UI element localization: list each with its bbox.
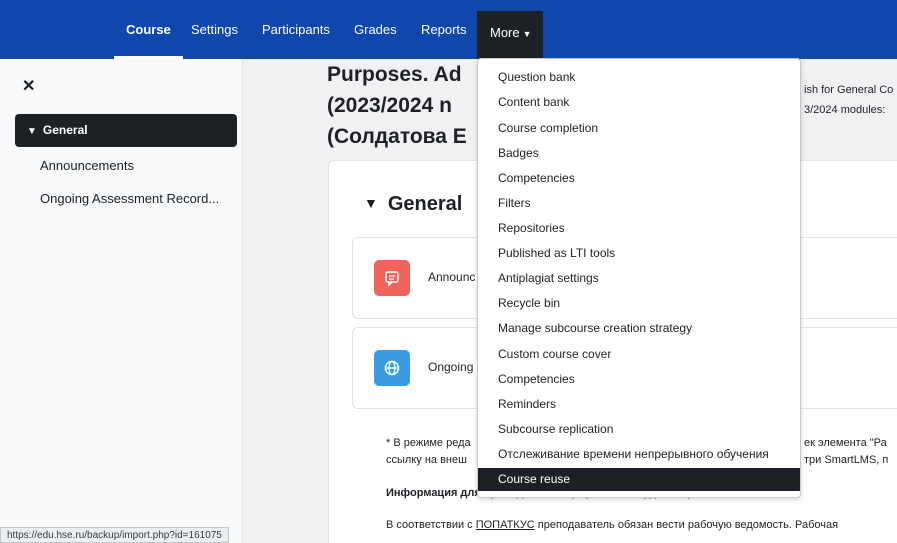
tab-more[interactable]: More ▼ bbox=[477, 11, 543, 59]
note-text: В соответствии с ПОПАТКУС преподаватель … bbox=[386, 519, 838, 531]
menu-item-custom-cover[interactable]: Custom course cover bbox=[498, 347, 611, 361]
menu-item-subcourse-strategy[interactable]: Manage subcourse creation strategy bbox=[498, 321, 692, 335]
tab-participants[interactable]: Participants bbox=[262, 0, 330, 59]
menu-item-reminders[interactable]: Reminders bbox=[498, 397, 556, 411]
chevron-down-icon: ▼ bbox=[522, 29, 532, 39]
more-label: More bbox=[490, 25, 520, 40]
sidebar-item-ongoing-assessment[interactable]: Ongoing Assessment Record... bbox=[40, 191, 219, 206]
menu-item-antiplagiat[interactable]: Antiplagiat settings bbox=[498, 271, 599, 285]
activity-name[interactable]: Announc bbox=[428, 270, 475, 284]
menu-item-repositories[interactable]: Repositories bbox=[498, 221, 565, 235]
tab-course[interactable]: Course bbox=[114, 0, 183, 59]
menu-item-filters[interactable]: Filters bbox=[498, 196, 531, 210]
title-line: (2023/2024 n bbox=[327, 94, 452, 117]
course-description-text: ish for General Co bbox=[804, 84, 894, 96]
menu-item-subcourse-replication[interactable]: Subcourse replication bbox=[498, 422, 613, 436]
forum-icon bbox=[374, 260, 410, 296]
menu-item-question-bank[interactable]: Question bank bbox=[498, 70, 575, 84]
chevron-down-icon: ▼ bbox=[364, 195, 378, 211]
section-title: General bbox=[387, 193, 463, 215]
course-index-drawer: ✕ ▼ General Announcements Ongoing Assessm… bbox=[0, 59, 243, 543]
sidebar-item-general[interactable]: ▼ General bbox=[15, 114, 237, 147]
sidebar-item-announcements[interactable]: Announcements bbox=[40, 158, 134, 173]
tab-grades[interactable]: Grades bbox=[354, 0, 397, 59]
menu-item-competencies[interactable]: Competencies bbox=[498, 171, 575, 185]
menu-item-competencies-2[interactable]: Competencies bbox=[498, 372, 575, 386]
activity-name[interactable]: Ongoing bbox=[428, 360, 473, 374]
note-text: ссылку на внеш bbox=[386, 454, 467, 466]
tab-settings[interactable]: Settings bbox=[191, 0, 238, 59]
menu-item-recycle-bin[interactable]: Recycle bin bbox=[498, 296, 560, 310]
menu-item-learning-time-tracking[interactable]: Отслеживание времени непрерывного обучен… bbox=[498, 447, 769, 461]
menu-item-course-reuse[interactable]: Course reuse bbox=[478, 468, 800, 491]
menu-item-badges[interactable]: Badges bbox=[498, 146, 539, 160]
note-text: ек элемента "Ра bbox=[804, 437, 887, 449]
course-description-text: 3/2024 modules: bbox=[804, 104, 886, 116]
more-menu: Question bank Content bank Course comple… bbox=[477, 58, 801, 498]
note-suffix: преподаватель обязан вести рабочую ведом… bbox=[534, 519, 839, 531]
menu-item-lti-tools[interactable]: Published as LTI tools bbox=[498, 246, 615, 260]
tab-reports[interactable]: Reports bbox=[421, 0, 467, 59]
menu-item-course-completion[interactable]: Course completion bbox=[498, 121, 598, 135]
note-text: три SmartLMS, п bbox=[804, 454, 889, 466]
url-globe-icon bbox=[374, 350, 410, 386]
note-text: * В режиме реда bbox=[386, 437, 471, 449]
note-prefix: В соответствии с bbox=[386, 519, 476, 531]
close-icon[interactable]: ✕ bbox=[22, 76, 35, 96]
status-bar-url: https://edu.hse.ru/backup/import.php?id=… bbox=[0, 527, 229, 543]
popatkus-link[interactable]: ПОПАТКУС bbox=[476, 519, 535, 531]
sidebar-section-label: General bbox=[42, 123, 88, 137]
title-line: (Солдатова Е bbox=[327, 125, 467, 148]
chevron-down-icon: ▼ bbox=[27, 126, 37, 137]
page-title: Purposes. Ad (2023/2024 n (Солдатова Е bbox=[327, 59, 467, 152]
section-header[interactable]: ▼ General bbox=[364, 193, 462, 216]
top-navigation: Course Settings Participants Grades Repo… bbox=[0, 0, 897, 59]
menu-item-content-bank[interactable]: Content bank bbox=[498, 95, 569, 109]
title-line: Purposes. Ad bbox=[327, 63, 462, 86]
